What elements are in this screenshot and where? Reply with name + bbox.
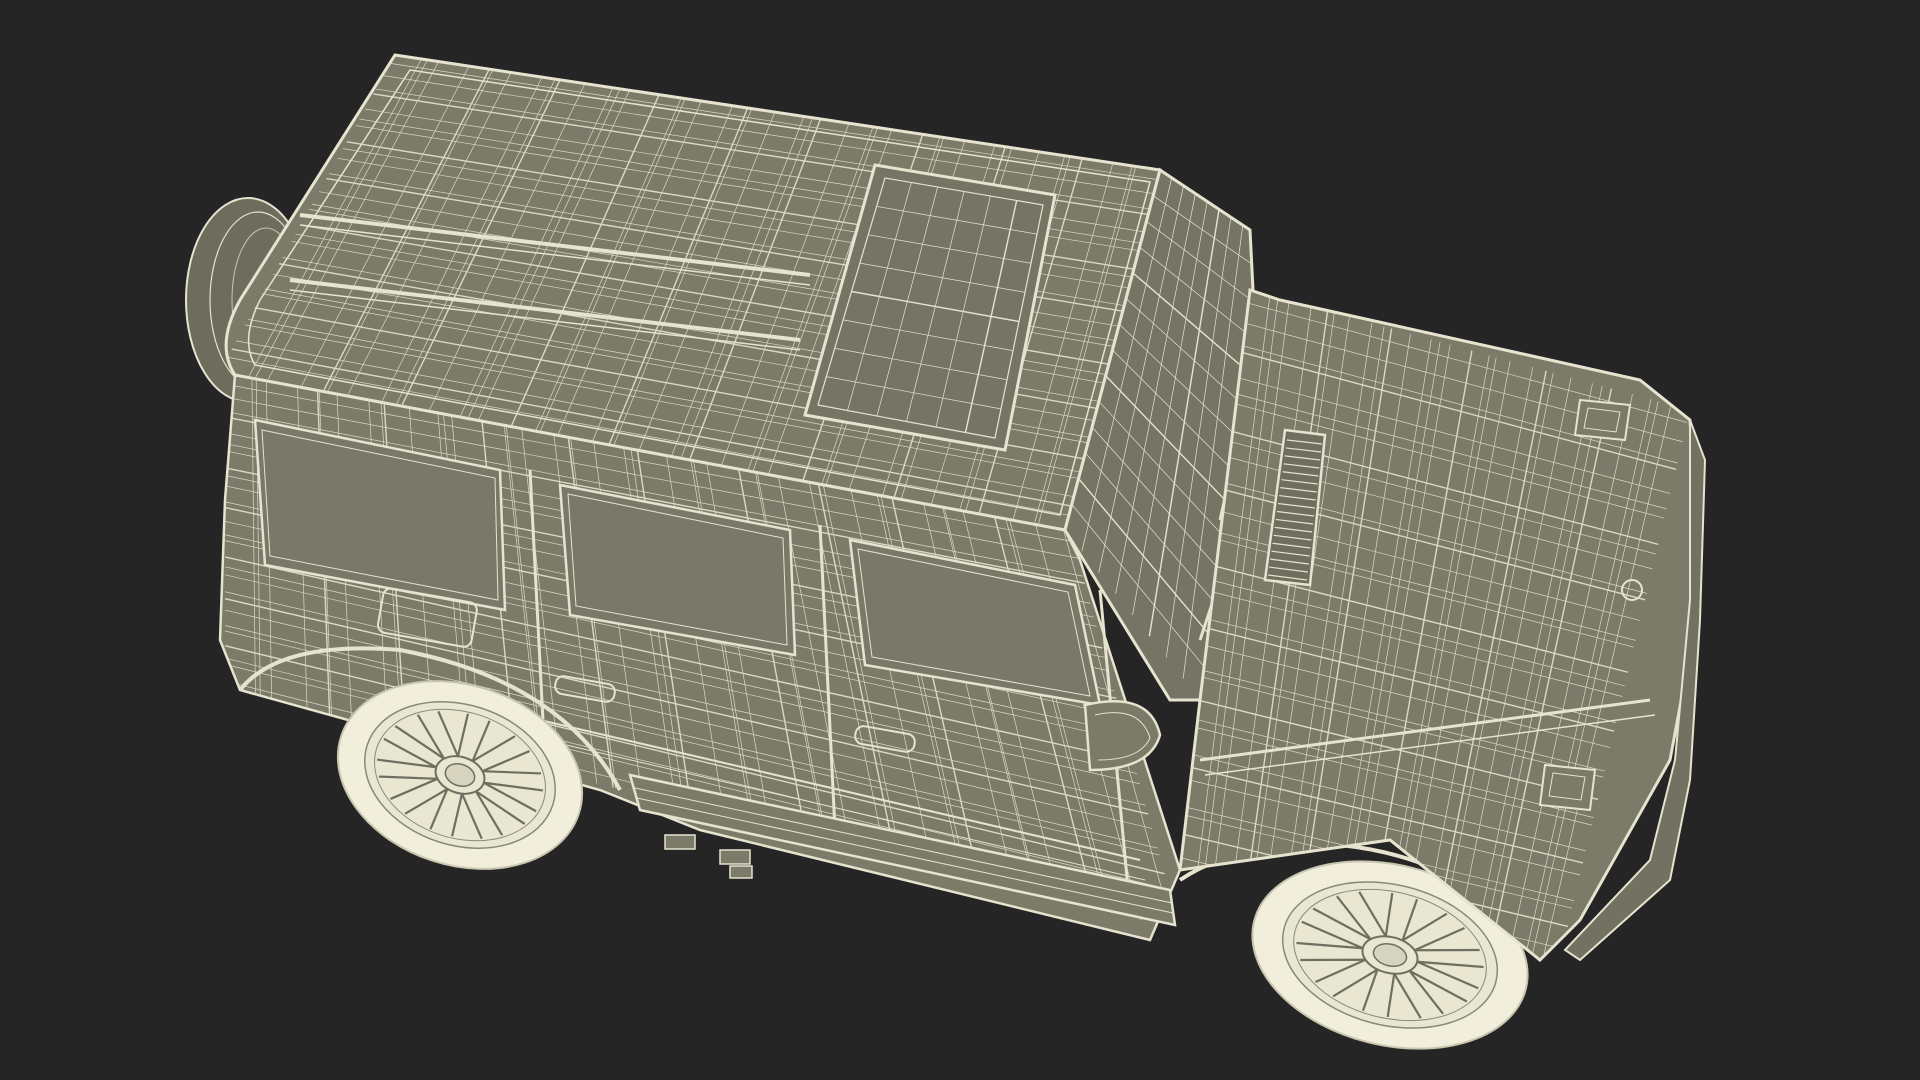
turn-signal-bottom [1538, 763, 1597, 812]
turn-signal-top [1573, 398, 1632, 442]
wireframe-scene [185, 53, 1707, 1050]
hood-panel [1178, 287, 1702, 963]
side-mirror [1083, 700, 1162, 772]
render-viewport[interactable] [0, 0, 1920, 1080]
exhaust-pipes [664, 834, 753, 879]
